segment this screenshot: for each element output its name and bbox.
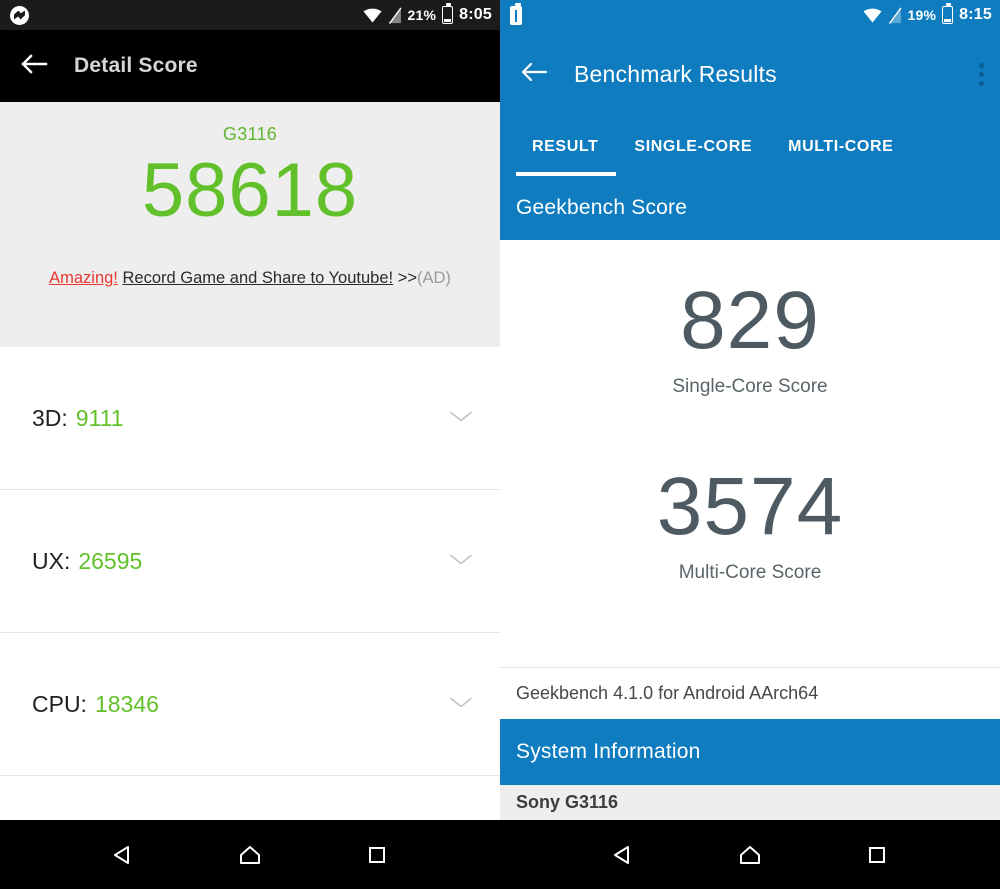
score-summary: 829 Single-Core Score 3574 Multi-Core Sc…: [500, 240, 1000, 667]
battery-percent-label: 19%: [907, 7, 937, 23]
multi-core-score-block: 3574 Multi-Core Score: [657, 466, 843, 584]
multi-core-score-value: 3574: [656, 461, 844, 552]
chevron-down-icon[interactable]: [448, 694, 474, 715]
tab-single-core[interactable]: SINGLE-CORE: [616, 118, 770, 176]
arrow-left-icon[interactable]: [520, 60, 548, 89]
tab-result[interactable]: RESULT: [516, 118, 617, 176]
battery-percent-label: 21%: [407, 7, 437, 23]
wifi-icon: [363, 8, 381, 23]
chevron-down-icon[interactable]: [448, 551, 474, 572]
tab-label: MULTI-CORE: [788, 138, 894, 155]
section-header-geekbench-score: Geekbench Score: [500, 176, 1000, 240]
total-score-value: 58618: [141, 148, 359, 233]
ad-arrows: >>: [397, 269, 417, 287]
single-core-score-caption: Single-Core Score: [672, 376, 828, 397]
table-row[interactable]: CPU: 18346: [0, 633, 500, 776]
overflow-menu-icon[interactable]: [979, 62, 984, 86]
nav-back-icon[interactable]: [593, 825, 653, 885]
left-phone-screen: 21% 8:05 Detail Score G3116 58618 Amazin…: [0, 0, 500, 889]
tab-bar: RESULT SINGLE-CORE MULTI-CORE: [500, 118, 1000, 176]
messenger-icon: [10, 5, 29, 25]
row-label: CPU:: [32, 690, 87, 717]
single-core-score-value: 829: [680, 275, 820, 366]
android-nav-bar-right: [500, 820, 1000, 889]
row-label: UX:: [32, 547, 71, 574]
app-bar-right: Benchmark Results: [500, 30, 1000, 118]
signal-off-icon: [888, 6, 902, 24]
device-model-label: G3116: [222, 124, 278, 144]
status-bar-right: 19% 8:15: [500, 0, 1000, 30]
score-breakdown-list: 3D: 9111 UX: 26595 CPU: 18346: [0, 347, 500, 821]
table-row[interactable]: 3D: 9111: [0, 347, 500, 490]
ad-highlight-text: Amazing!: [49, 269, 118, 287]
android-nav-bar-left: [0, 820, 500, 889]
status-system-icons: 21% 8:05: [363, 3, 492, 24]
nav-home-icon[interactable]: [720, 825, 780, 885]
table-row[interactable]: UX: 26595: [0, 490, 500, 633]
chevron-down-icon[interactable]: [448, 408, 474, 429]
row-value: 9111: [75, 404, 124, 431]
dual-screenshot: 21% 8:05 Detail Score G3116 58618 Amazin…: [0, 0, 1000, 889]
signal-off-icon: [388, 6, 402, 24]
right-phone-screen: 19% 8:15 Benchmark Results RESULT SINGLE…: [500, 0, 1000, 889]
system-info-row: Sony G3116: [500, 785, 1000, 820]
ad-tag-label: (AD): [416, 269, 451, 287]
page-title: Benchmark Results: [574, 60, 777, 87]
app-bar-left: Detail Score: [0, 30, 500, 102]
section-header-system-information: System Information: [500, 719, 1000, 785]
row-label: 3D:: [32, 404, 68, 431]
nav-recents-icon[interactable]: [847, 825, 907, 885]
multi-core-score-caption: Multi-Core Score: [678, 562, 822, 583]
page-title: Detail Score: [74, 54, 198, 77]
wifi-icon: [863, 8, 881, 23]
status-notification-icons: [510, 2, 522, 25]
status-clock: 8:15: [959, 6, 992, 23]
tab-label: RESULT: [532, 138, 599, 155]
status-notification-icons: [10, 5, 29, 25]
nav-back-icon[interactable]: [93, 825, 153, 885]
ad-banner[interactable]: Amazing! Record Game and Share to Youtub…: [49, 269, 451, 288]
list-bottom-spacer: [0, 776, 500, 821]
status-system-icons: 19% 8:15: [863, 3, 992, 24]
arrow-left-icon[interactable]: [20, 52, 48, 81]
row-value: 26595: [78, 547, 143, 574]
total-score-card: G3116 58618 Amazing! Record Game and Sha…: [0, 102, 500, 347]
nav-recents-icon[interactable]: [347, 825, 407, 885]
tab-label: SINGLE-CORE: [634, 138, 753, 155]
nav-home-icon[interactable]: [220, 825, 280, 885]
status-bar-left: 21% 8:05: [0, 0, 500, 30]
single-core-score-block: 829 Single-Core Score: [672, 280, 827, 398]
battery-low-icon: [942, 3, 954, 24]
geekbench-version-label: Geekbench 4.1.0 for Android AArch64: [500, 667, 1000, 719]
tab-multi-core[interactable]: MULTI-CORE: [770, 118, 911, 176]
status-clock: 8:05: [459, 6, 492, 23]
battery-low-icon: [442, 3, 454, 24]
row-value: 18346: [94, 690, 159, 717]
battery-alert-icon: [510, 2, 522, 25]
ad-body-text: Record Game and Share to Youtube!: [122, 269, 394, 287]
